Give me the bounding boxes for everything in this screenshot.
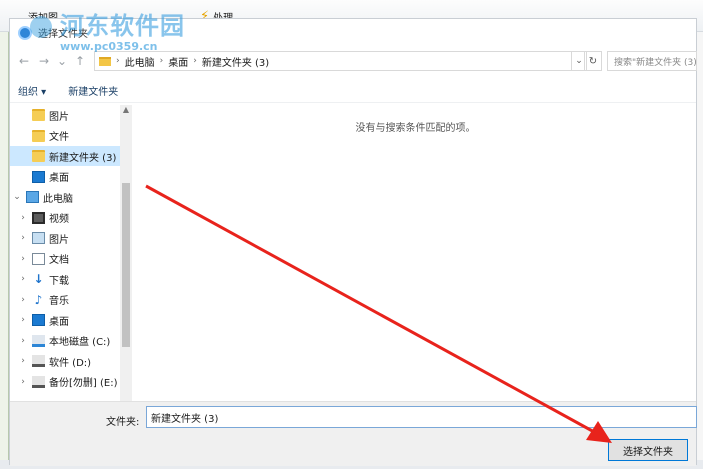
select-folder-button[interactable]: 选择文件夹 — [608, 439, 688, 461]
nav-item-label: 视频 — [49, 214, 69, 225]
folder-label: 文件夹: — [106, 417, 140, 428]
nav-item[interactable]: › 视频 — [10, 208, 120, 228]
drive-c-icon — [32, 334, 45, 347]
nav-item[interactable]: › 桌面 — [10, 310, 120, 330]
nav-item-label: 本地磁盘 (C:) — [49, 337, 111, 348]
nav-item-label: 文档 — [49, 255, 69, 266]
breadcrumb-separator: › — [116, 56, 120, 66]
organize-menu[interactable]: 组织 ▾ — [18, 83, 46, 98]
file-list-area[interactable]: 没有与搜索条件匹配的项。 — [134, 105, 697, 401]
video-icon — [32, 211, 45, 224]
picture-icon — [32, 232, 45, 244]
drive-icon — [32, 355, 45, 367]
nav-item-label: 图片 — [49, 111, 69, 123]
nav-item[interactable]: › 文档 — [10, 249, 120, 269]
nav-item[interactable]: › 软件 (D:) — [10, 351, 120, 371]
nav-item-label: 软件 (D:) — [49, 357, 92, 369]
expand-chevron-icon[interactable]: › — [18, 377, 28, 387]
folder-icon — [32, 109, 45, 121]
navigation-pane: 图片 文件 新建文件夹 (3) 桌面 ⌄ 此电脑 › 视频 › 图片 › 文档 › ↓ 下载 › ♪ 音乐 › 桌面 ›… — [10, 105, 132, 401]
folder-icon — [32, 129, 45, 142]
nav-item-label: 新建文件夹 (3) — [49, 152, 117, 164]
nav-item-label: 文件 — [49, 132, 69, 143]
desktop-icon — [32, 314, 45, 326]
expand-chevron-icon[interactable]: › — [18, 356, 28, 366]
download-icon: ↓ — [33, 272, 44, 286]
breadcrumb-separator: › — [159, 56, 164, 66]
nav-item-label: 备份[勿删] (E:) — [49, 378, 118, 389]
dialog-title-bar[interactable]: 选择文件夹 — [10, 19, 696, 46]
nav-item-label: 图片 — [49, 234, 69, 246]
nav-item[interactable]: › 图片 — [10, 228, 120, 248]
folder-icon — [99, 56, 111, 66]
nav-item[interactable]: › 备份[勿删] (E:) — [10, 372, 120, 392]
expand-chevron-icon[interactable]: › — [18, 315, 28, 325]
search-placeholder: 搜索"新建文件夹 (3)" — [614, 57, 697, 68]
address-bar[interactable]: › 此电脑 › 桌面 › 新建文件夹 (3) — [94, 51, 572, 71]
breadcrumb-item[interactable]: 桌面 — [168, 54, 188, 69]
select-folder-dialog: 选择文件夹 ← → ⌄ ↑ › 此电脑 › 桌面 › 新建文件夹 (3) ⌄ ↻… — [9, 18, 697, 466]
folder-name-field[interactable]: 新建文件夹 (3) — [146, 406, 697, 428]
empty-message: 没有与搜索条件匹配的项。 — [355, 123, 476, 134]
nav-item[interactable]: 桌面 — [10, 167, 120, 187]
document-icon — [32, 252, 45, 265]
nav-item-label: 此电脑 — [43, 193, 73, 205]
background-app-right-strip — [697, 32, 703, 469]
background-app-left-strip — [0, 32, 9, 469]
nav-item-label: 桌面 — [49, 173, 69, 184]
nav-item[interactable]: ⌄ 此电脑 — [10, 187, 120, 207]
nav-item-label: 下载 — [49, 275, 69, 287]
nav-item[interactable]: 图片 — [10, 105, 120, 125]
navigation-scrollbar[interactable]: ▲ — [120, 105, 132, 401]
app-icon — [18, 25, 32, 40]
forward-arrow-icon[interactable]: → — [36, 53, 52, 69]
nav-item[interactable]: › ↓ 下载 — [10, 269, 120, 289]
scroll-up-icon[interactable]: ▲ — [120, 105, 132, 117]
music-icon: ♪ — [34, 292, 43, 307]
drive-icon — [32, 375, 45, 388]
nav-item-label: 桌面 — [49, 316, 69, 328]
nav-item[interactable]: › 本地磁盘 (C:) — [10, 331, 120, 351]
up-arrow-icon[interactable]: ↑ — [72, 53, 88, 69]
breadcrumb-item[interactable]: 新建文件夹 (3) — [202, 54, 269, 69]
expand-chevron-icon[interactable]: › — [18, 233, 28, 243]
expand-chevron-icon[interactable]: › — [18, 254, 28, 264]
breadcrumb-separator: › — [193, 56, 197, 66]
dialog-title: 选择文件夹 — [38, 29, 88, 40]
folder-icon — [32, 150, 45, 162]
expand-chevron-icon[interactable]: › — [18, 295, 28, 305]
nav-item-label: 音乐 — [49, 296, 69, 307]
dialog-footer: 文件夹: 新建文件夹 (3) 选择文件夹 — [10, 401, 697, 466]
command-bar: 组织 ▾ 新建文件夹 — [10, 79, 696, 103]
expand-chevron-icon[interactable]: › — [18, 336, 28, 346]
expand-chevron-icon[interactable]: ⌄ — [12, 192, 22, 202]
nav-item[interactable]: 文件 — [10, 126, 120, 146]
refresh-icon[interactable]: ↻ — [584, 51, 602, 71]
breadcrumb-item[interactable]: 此电脑 — [125, 54, 155, 69]
expand-chevron-icon[interactable]: › — [18, 213, 28, 223]
recent-chevron-icon[interactable]: ⌄ — [54, 53, 70, 69]
nav-item[interactable]: 新建文件夹 (3) — [10, 146, 120, 166]
pc-icon — [26, 191, 39, 203]
desktop-icon — [32, 170, 45, 183]
scrollbar-thumb[interactable] — [122, 183, 130, 347]
screenshot-root: 添加图 ⚡ 处理 选择文件夹 ← → ⌄ ↑ › 此电脑 › 桌面 › 新 — [0, 0, 703, 469]
search-input[interactable]: 搜索"新建文件夹 (3)" — [607, 51, 697, 71]
back-arrow-icon[interactable]: ← — [16, 53, 32, 69]
expand-chevron-icon[interactable]: › — [18, 274, 28, 284]
folder-name-value: 新建文件夹 (3) — [151, 413, 219, 425]
new-folder-button[interactable]: 新建文件夹 — [68, 83, 118, 98]
address-row: ← → ⌄ ↑ › 此电脑 › 桌面 › 新建文件夹 (3) ⌄ ↻ 搜索"新建… — [10, 49, 697, 73]
nav-item[interactable]: › ♪ 音乐 — [10, 290, 120, 310]
